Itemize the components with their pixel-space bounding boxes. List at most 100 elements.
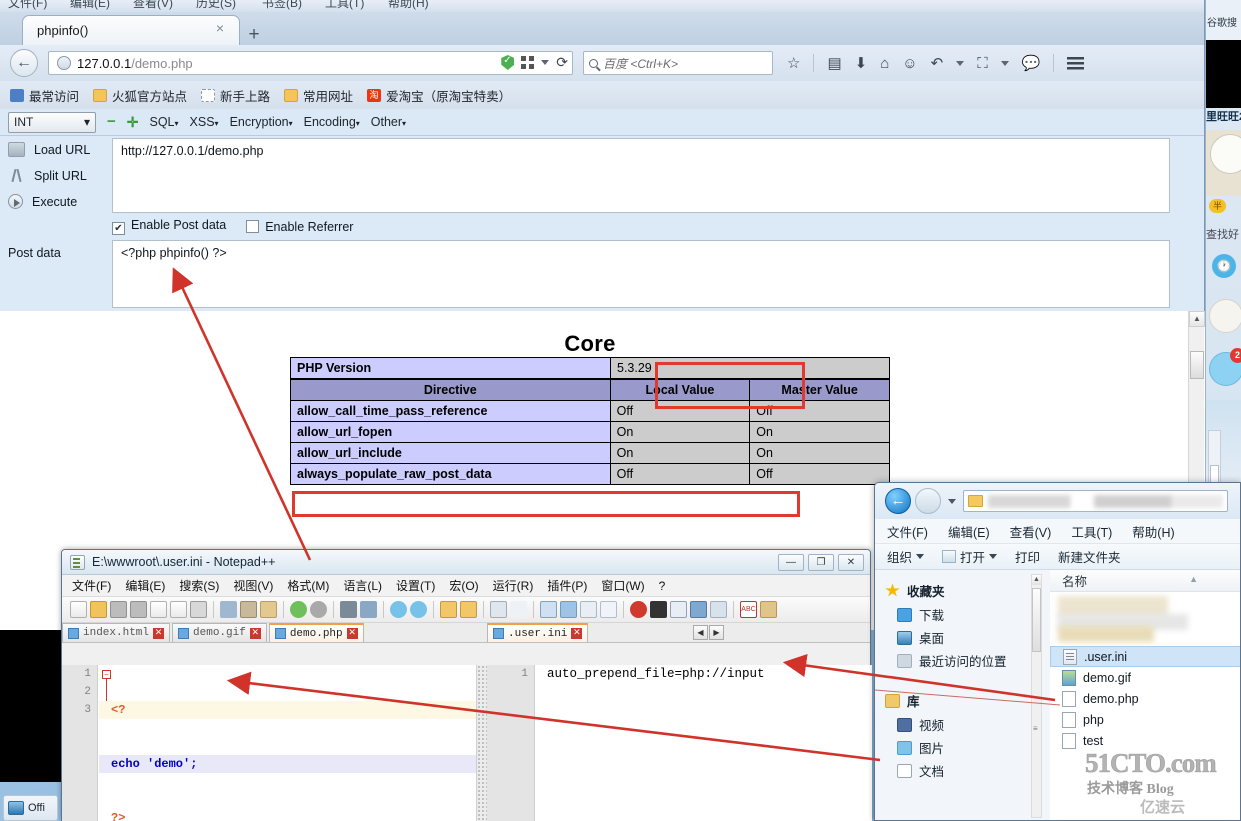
execute-button[interactable]: Execute — [8, 194, 77, 209]
home-icon[interactable]: ⌂ — [880, 55, 889, 72]
qq-find-label[interactable]: 查找好 — [1206, 222, 1241, 244]
spellcheck-icon[interactable]: ABC — [740, 601, 757, 618]
menu-run[interactable]: 运行(R) — [493, 577, 534, 594]
print-icon[interactable] — [190, 601, 207, 618]
hackbar-menu-other[interactable]: Other▾ — [371, 115, 406, 129]
chevron-down-icon[interactable] — [541, 60, 550, 65]
reload-icon[interactable]: ⟳ — [556, 54, 568, 71]
sidebar-group-favorites[interactable]: 收藏夹 — [875, 578, 1050, 603]
editor-right-code[interactable]: auto_prepend_file=php://input — [547, 665, 765, 683]
npp-tab-demo-php[interactable]: demo.php ✕ — [268, 623, 364, 642]
organize-button[interactable]: 组织 — [887, 547, 925, 566]
find-icon[interactable] — [340, 601, 357, 618]
menu-edit[interactable]: 编辑(E) — [125, 577, 165, 594]
enable-referrer-checkbox[interactable]: Enable Referrer — [246, 219, 353, 234]
menu-format[interactable]: 格式(M) — [287, 577, 329, 594]
copy-icon[interactable] — [240, 601, 257, 618]
new-tab-button[interactable]: + — [243, 24, 265, 46]
chat-icon[interactable]: 💬 — [1022, 54, 1041, 72]
zoom-out-icon[interactable] — [410, 601, 427, 618]
explorer-address-bar[interactable] — [963, 490, 1228, 512]
chevron-down-icon[interactable] — [956, 60, 965, 66]
sync-unlock-icon[interactable] — [440, 601, 457, 618]
cut-icon[interactable] — [220, 601, 237, 618]
close-icon[interactable]: ✕ — [249, 627, 261, 639]
menu-search[interactable]: 搜索(S) — [179, 577, 219, 594]
tab-phpinfo[interactable]: phpinfo() × — [22, 15, 240, 45]
menu-edit[interactable]: 编辑(E) — [70, 0, 110, 11]
close-icon[interactable]: ✕ — [346, 628, 358, 639]
hackbar-type-select[interactable]: INT ▾ — [8, 111, 96, 133]
minus-icon[interactable]: − — [107, 114, 116, 129]
save-all-icon[interactable] — [130, 601, 147, 618]
smiley-icon[interactable]: ☺ — [902, 55, 917, 72]
chevron-down-icon[interactable] — [948, 498, 956, 504]
list-item[interactable]: .user.ini — [1050, 646, 1240, 667]
menu-file[interactable]: 文件(F) — [72, 577, 111, 594]
editor-right-pane[interactable]: 1 auto_prepend_file=php://input — [487, 665, 872, 821]
menu-help[interactable]: ? — [659, 579, 666, 593]
star-icon[interactable]: ☆ — [787, 54, 800, 72]
npp-tab-user-ini[interactable]: .user.ini ✕ — [487, 623, 589, 642]
menu-file[interactable]: 文件(F) — [8, 0, 47, 11]
bookmark-getting-started[interactable]: 新手上路 — [201, 86, 270, 105]
qq-clock-entry[interactable]: 🕐 — [1206, 250, 1241, 290]
qq-contact-2[interactable]: 2 — [1206, 346, 1241, 396]
open-file-icon[interactable] — [90, 601, 107, 618]
close-file-icon[interactable] — [150, 601, 167, 618]
sidebar-item-pictures[interactable]: 图片 — [875, 736, 1050, 759]
search-input[interactable]: 百度 <Ctrl+K> — [583, 51, 773, 75]
menu-help[interactable]: 帮助(H) — [388, 0, 429, 11]
play-macro-icon[interactable] — [670, 601, 687, 618]
crop-icon[interactable]: ⛶ — [977, 55, 988, 72]
qq-contact-1[interactable] — [1206, 296, 1241, 342]
address-bar[interactable]: 127.0.0.1/demo.php ⟳ — [48, 51, 573, 75]
menu-view[interactable]: 查看(V) — [133, 0, 173, 11]
run-icon[interactable] — [760, 601, 777, 618]
back-icon[interactable]: ← — [10, 49, 38, 77]
sidebar-item-videos[interactable]: 视频 — [875, 713, 1050, 736]
load-url-button[interactable]: Load URL — [8, 142, 90, 157]
menu-plugins[interactable]: 插件(P) — [547, 577, 587, 594]
download-icon[interactable]: ⬇ — [855, 54, 868, 72]
hackbar-post-input[interactable]: <?php phpinfo() ?> — [112, 240, 1170, 308]
sidebar-item-downloads[interactable]: 下载 — [875, 603, 1050, 626]
hackbar-menu-encoding[interactable]: Encoding▾ — [304, 115, 360, 129]
hackbar-menu-encryption[interactable]: Encryption▾ — [230, 115, 293, 129]
scroll-thumb[interactable] — [1032, 588, 1041, 652]
menu-view[interactable]: 视图(V) — [233, 577, 273, 594]
menu-history[interactable]: 历史(S) — [196, 0, 236, 11]
undo-icon[interactable]: ↶ — [931, 54, 944, 72]
undo-icon[interactable] — [290, 601, 307, 618]
sidebar-item-documents[interactable]: 文档 — [875, 759, 1050, 782]
sidebar-item-desktop[interactable]: 桌面 — [875, 626, 1050, 649]
minimize-button[interactable]: — — [778, 554, 804, 571]
back-icon[interactable]: ← — [885, 488, 911, 514]
close-icon[interactable]: ✕ — [153, 627, 165, 639]
list-item[interactable]: demo.gif — [1050, 667, 1240, 688]
menu-bookmarks[interactable]: 书签(B) — [262, 0, 302, 11]
new-folder-button[interactable]: 新建文件夹 — [1058, 547, 1121, 566]
close-all-icon[interactable] — [170, 601, 187, 618]
indent-guide-icon[interactable] — [540, 601, 557, 618]
hackbar-url-input[interactable]: http://127.0.0.1/demo.php — [112, 138, 1170, 213]
qr-code-icon[interactable] — [521, 56, 535, 69]
menu-language[interactable]: 语言(L) — [343, 577, 382, 594]
sync-lock-icon[interactable] — [460, 601, 477, 618]
chevron-down-icon[interactable] — [1000, 60, 1009, 66]
scroll-up-icon[interactable]: ▲ — [1032, 575, 1041, 585]
menu-tools[interactable]: 工具(T) — [1071, 522, 1112, 541]
stop-macro-icon[interactable] — [650, 601, 667, 618]
menu-settings[interactable]: 设置(T) — [396, 577, 435, 594]
column-header-name[interactable]: 名称 ▲ — [1050, 570, 1240, 592]
bookmark-taobao[interactable]: 淘爱淘宝（原淘宝特卖） — [367, 86, 511, 105]
plus-icon[interactable]: ✛ — [127, 114, 139, 131]
save-macro-icon[interactable] — [710, 601, 727, 618]
function-list-icon[interactable] — [600, 601, 617, 618]
list-item[interactable]: demo.php — [1050, 688, 1240, 709]
print-button[interactable]: 打印 — [1015, 547, 1040, 566]
sidebar-item-recent[interactable]: 最近访问的位置 — [875, 649, 1050, 672]
record-macro-icon[interactable] — [630, 601, 647, 618]
sidebar-group-libraries[interactable]: 库 — [875, 688, 1050, 713]
paste-icon[interactable] — [260, 601, 277, 618]
